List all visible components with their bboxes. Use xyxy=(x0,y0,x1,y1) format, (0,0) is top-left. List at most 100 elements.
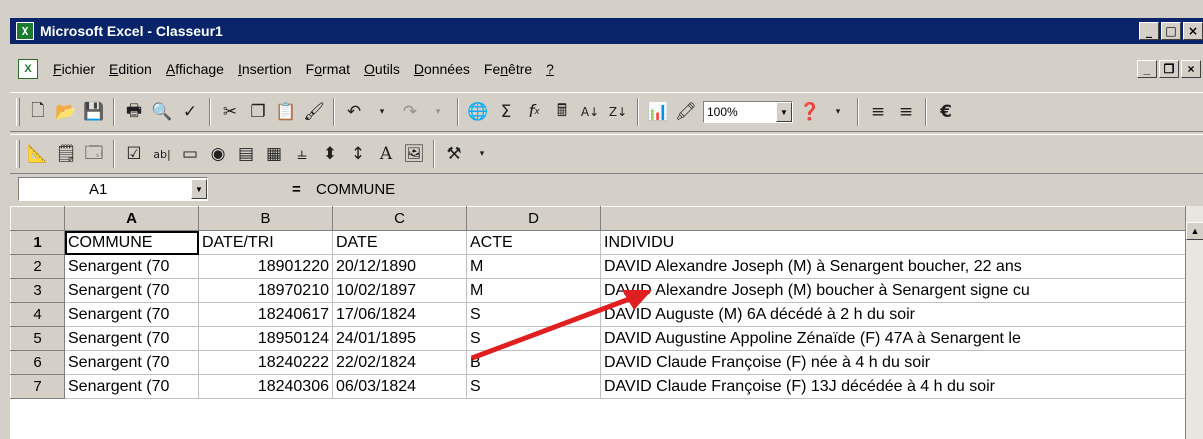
toolbar-options-icon[interactable]: ▾ xyxy=(825,99,851,125)
label-icon[interactable]: A xyxy=(373,141,399,167)
cell[interactable]: 18240222 xyxy=(198,350,333,375)
cell[interactable]: DATE/TRI xyxy=(198,230,333,255)
row-header[interactable]: 5 xyxy=(10,326,65,351)
textbox-icon[interactable]: ab| xyxy=(149,141,175,167)
checkbox-icon[interactable]: ☑ xyxy=(121,141,147,167)
name-box[interactable]: A1 ▼ xyxy=(18,177,208,201)
cell[interactable]: 18901220 xyxy=(198,254,333,279)
menu-item[interactable]: Affichage xyxy=(159,58,231,80)
column-header[interactable]: C xyxy=(332,206,467,231)
menu-item[interactable]: Outils xyxy=(357,58,407,80)
undo-dropdown-icon[interactable]: ▾ xyxy=(369,99,395,125)
toolbar-options-icon[interactable]: ▾ xyxy=(469,141,495,167)
paste-icon[interactable]: 📋 xyxy=(273,99,299,125)
cell[interactable]: 24/01/1895 xyxy=(332,326,467,351)
cell[interactable]: Senargent (70 xyxy=(64,350,199,375)
listbox-icon[interactable]: ▤ xyxy=(233,141,259,167)
spelling-icon[interactable]: ✓ xyxy=(177,99,203,125)
cell[interactable]: COMMUNE xyxy=(64,230,199,255)
column-header[interactable]: A xyxy=(64,206,199,231)
cell[interactable]: 18950124 xyxy=(198,326,333,351)
cell[interactable]: M xyxy=(466,278,601,303)
row-header[interactable]: 2 xyxy=(10,254,65,279)
cell[interactable]: Senargent (70 xyxy=(64,326,199,351)
redo-icon[interactable]: ↷ xyxy=(397,99,423,125)
menu-item[interactable]: Fenêtre xyxy=(477,58,539,80)
spin-button-icon[interactable]: ⬍ xyxy=(317,141,343,167)
function-icon[interactable]: fx xyxy=(521,99,547,125)
print-icon[interactable]: 🖶 xyxy=(121,99,147,125)
row-header[interactable]: 1 xyxy=(10,230,65,255)
format-painter-icon[interactable]: 🖌 xyxy=(301,99,327,125)
currency-button[interactable]: € xyxy=(933,99,959,125)
new-icon[interactable]: 🗋 xyxy=(25,99,51,125)
help-icon[interactable]: ❓ xyxy=(797,99,823,125)
menu-item[interactable]: Format xyxy=(299,58,357,80)
menu-item[interactable]: Fichier xyxy=(46,58,102,80)
cell[interactable]: Senargent (70 xyxy=(64,302,199,327)
cell[interactable]: S xyxy=(466,374,601,399)
cell[interactable]: Senargent (70 xyxy=(64,374,199,399)
function-wizard-icon[interactable]: 🖩 xyxy=(549,99,575,125)
vertical-scrollbar[interactable]: ▲ xyxy=(1185,206,1203,439)
more-controls-icon[interactable]: ⚒ xyxy=(441,141,467,167)
toolbar-grip[interactable] xyxy=(16,98,20,126)
option-button-icon[interactable]: ◉ xyxy=(205,141,231,167)
autosum-icon[interactable]: Σ xyxy=(493,99,519,125)
cell[interactable]: DAVID Alexandre Joseph (M) à Senargent b… xyxy=(600,254,1191,279)
scroll-up-icon[interactable]: ▲ xyxy=(1186,222,1203,240)
maximize-button[interactable]: □ xyxy=(1161,22,1181,40)
workbook-icon[interactable]: X xyxy=(18,59,38,79)
command-button-icon[interactable]: ▭ xyxy=(177,141,203,167)
toggle-button-icon[interactable]: ⫨ xyxy=(289,141,315,167)
cell[interactable]: B xyxy=(466,350,601,375)
cell[interactable]: Senargent (70 xyxy=(64,254,199,279)
cell[interactable]: 18970210 xyxy=(198,278,333,303)
design-mode-icon[interactable]: 📐 xyxy=(25,141,51,167)
menu-item[interactable]: Edition xyxy=(102,58,159,80)
combobox-icon[interactable]: ▦ xyxy=(261,141,287,167)
align-left-icon[interactable]: ≡ xyxy=(865,99,891,125)
copy-icon[interactable]: ❐ xyxy=(245,99,271,125)
menu-item[interactable]: Données xyxy=(407,58,477,80)
drawing-icon[interactable]: 🖍 xyxy=(673,99,699,125)
cell[interactable]: 18240617 xyxy=(198,302,333,327)
column-header[interactable] xyxy=(600,206,1191,231)
hyperlink-icon[interactable]: 🌐 xyxy=(465,99,491,125)
row-header[interactable]: 7 xyxy=(10,374,65,399)
cell[interactable]: S xyxy=(466,326,601,351)
cell[interactable]: INDIVIDU xyxy=(600,230,1191,255)
doc-close-button[interactable]: × xyxy=(1181,60,1201,78)
cell[interactable]: DAVID Claude Françoise (F) 13J décédée à… xyxy=(600,374,1191,399)
menu-item[interactable]: Insertion xyxy=(231,58,299,80)
cell[interactable]: DAVID Claude Françoise (F) née à 4 h du … xyxy=(600,350,1191,375)
scrollbar-icon[interactable]: ↕ xyxy=(345,141,371,167)
image-icon[interactable]: 🖼 xyxy=(401,141,427,167)
cell[interactable]: DATE xyxy=(332,230,467,255)
align-center-icon[interactable]: ≡ xyxy=(893,99,919,125)
select-all-corner[interactable] xyxy=(10,206,65,231)
save-icon[interactable]: 💾 xyxy=(81,99,107,125)
cell[interactable]: ACTE xyxy=(466,230,601,255)
row-header[interactable]: 4 xyxy=(10,302,65,327)
cell[interactable]: 18240306 xyxy=(198,374,333,399)
cell[interactable]: DAVID Augustine Appoline Zénaïde (F) 47A… xyxy=(600,326,1191,351)
chart-wizard-icon[interactable]: 📊 xyxy=(645,99,671,125)
excel-icon[interactable]: X xyxy=(16,22,34,40)
formula-input[interactable]: COMMUNE xyxy=(316,181,395,198)
properties-icon[interactable]: 🗒 xyxy=(53,141,79,167)
cell[interactable]: 22/02/1824 xyxy=(332,350,467,375)
cell[interactable]: 06/03/1824 xyxy=(332,374,467,399)
cut-icon[interactable]: ✂ xyxy=(217,99,243,125)
cell[interactable]: Senargent (70 xyxy=(64,278,199,303)
cell[interactable]: 10/02/1897 xyxy=(332,278,467,303)
toolbar-grip[interactable] xyxy=(16,140,20,168)
doc-restore-button[interactable]: ❒ xyxy=(1159,60,1179,78)
redo-dropdown-icon[interactable]: ▾ xyxy=(425,99,451,125)
sort-ascending-icon[interactable]: A↓ xyxy=(577,99,603,125)
undo-icon[interactable]: ↶ xyxy=(341,99,367,125)
cell[interactable]: DAVID Alexandre Joseph (M) boucher à Sen… xyxy=(600,278,1191,303)
row-header[interactable]: 3 xyxy=(10,278,65,303)
sort-descending-icon[interactable]: Z↓ xyxy=(605,99,631,125)
cell[interactable]: 20/12/1890 xyxy=(332,254,467,279)
